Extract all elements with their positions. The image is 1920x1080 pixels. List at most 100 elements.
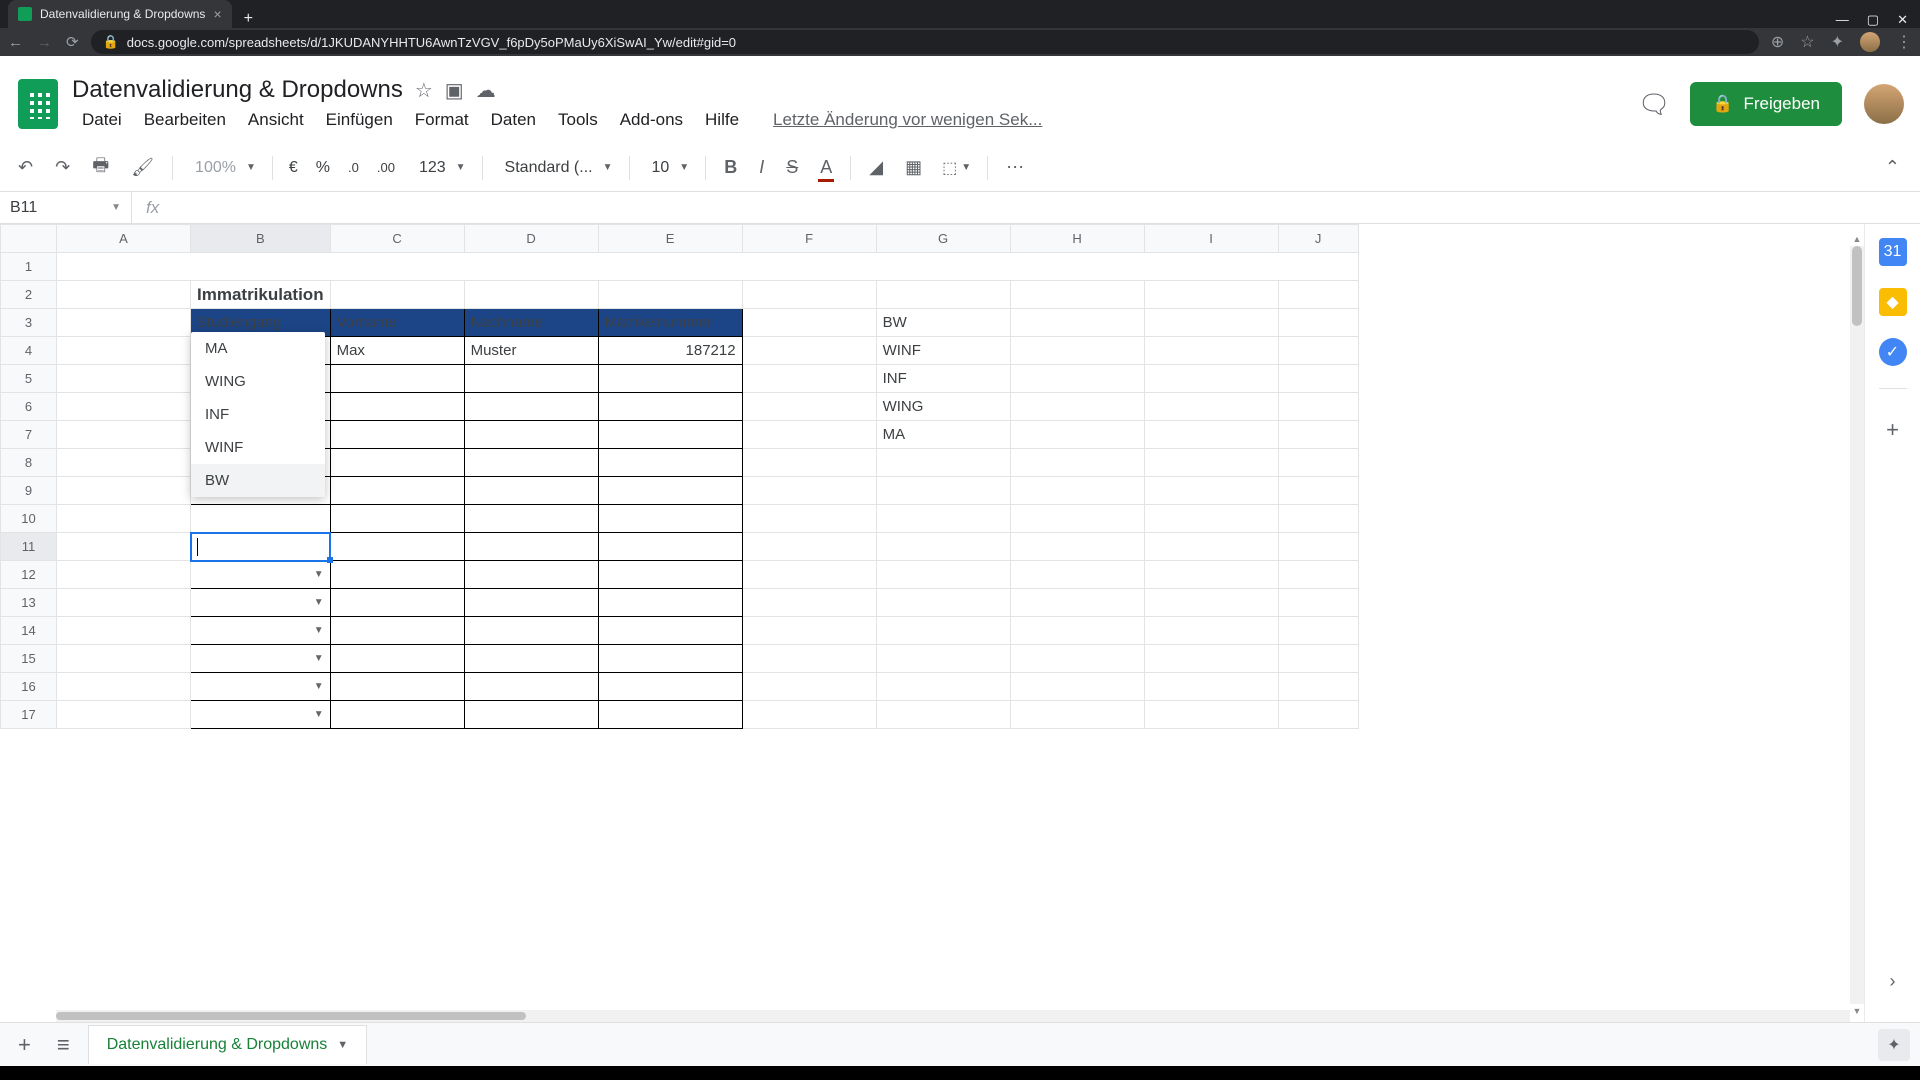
cell[interactable] xyxy=(1144,589,1278,617)
cell[interactable] xyxy=(1278,701,1358,729)
paint-format-button[interactable]: 🖌 xyxy=(123,151,162,184)
row-header[interactable]: 1 xyxy=(1,253,57,281)
cell[interactable] xyxy=(742,617,876,645)
cell[interactable] xyxy=(1278,393,1358,421)
cell[interactable] xyxy=(876,561,1010,589)
cell[interactable]: WINF xyxy=(876,337,1010,365)
sheet-tab-menu-icon[interactable]: ▼ xyxy=(337,1039,348,1051)
cell[interactable] xyxy=(876,505,1010,533)
validation-dropdown[interactable]: MA WING INF WINF BW xyxy=(191,332,325,497)
dropdown-option[interactable]: INF xyxy=(191,398,325,431)
cell[interactable] xyxy=(1010,393,1144,421)
window-close-icon[interactable]: ✕ xyxy=(1897,12,1908,28)
nav-reload-icon[interactable]: ⟳ xyxy=(66,33,79,51)
cell[interactable] xyxy=(876,589,1010,617)
cell[interactable] xyxy=(876,281,1010,309)
borders-button[interactable]: ▦ xyxy=(897,151,930,184)
star-icon[interactable]: ☆ xyxy=(415,78,433,103)
cell[interactable] xyxy=(876,533,1010,561)
cell[interactable] xyxy=(57,505,191,533)
undo-button[interactable]: ↶ xyxy=(10,151,41,184)
cell[interactable] xyxy=(1278,645,1358,673)
cell[interactable] xyxy=(1144,421,1278,449)
cell[interactable] xyxy=(1278,421,1358,449)
cell[interactable] xyxy=(1278,309,1358,337)
row-header[interactable]: 17 xyxy=(1,701,57,729)
cell[interactable] xyxy=(1278,589,1358,617)
window-minimize-icon[interactable]: — xyxy=(1836,12,1849,28)
cell[interactable] xyxy=(1010,421,1144,449)
text-color-button[interactable]: A xyxy=(812,151,840,184)
cell[interactable] xyxy=(464,701,598,729)
scrollbar-thumb[interactable] xyxy=(56,1012,526,1020)
cell[interactable] xyxy=(57,477,191,505)
cell[interactable] xyxy=(464,617,598,645)
row-header[interactable]: 2 xyxy=(1,281,57,309)
dropdown-option[interactable]: MA xyxy=(191,332,325,365)
cell[interactable] xyxy=(1278,533,1358,561)
browser-tab[interactable]: Datenvalidierung & Dropdowns × xyxy=(8,0,232,28)
percent-button[interactable]: % xyxy=(310,159,336,177)
strikethrough-button[interactable]: S xyxy=(778,151,806,184)
cell[interactable] xyxy=(598,701,742,729)
cell[interactable]: Max xyxy=(330,337,464,365)
cell[interactable] xyxy=(330,365,464,393)
vertical-scrollbar[interactable]: ▲ ▼ xyxy=(1850,246,1864,1004)
nav-forward-icon[interactable]: → xyxy=(37,34,52,51)
zoom-icon[interactable]: ⊕ xyxy=(1771,32,1784,52)
cell[interactable] xyxy=(1010,533,1144,561)
collapse-toolbar-icon[interactable]: ⌃ xyxy=(1875,151,1910,184)
cell[interactable] xyxy=(1144,533,1278,561)
cell[interactable] xyxy=(1010,477,1144,505)
italic-button[interactable]: I xyxy=(751,151,772,184)
cell[interactable]: Nachname xyxy=(464,309,598,337)
cell[interactable] xyxy=(598,505,742,533)
cell[interactable] xyxy=(1010,673,1144,701)
col-header-D[interactable]: D xyxy=(464,225,598,253)
cell[interactable] xyxy=(1278,337,1358,365)
cell[interactable] xyxy=(742,281,876,309)
cell[interactable] xyxy=(1278,561,1358,589)
menu-file[interactable]: Datei xyxy=(72,108,132,132)
cell[interactable] xyxy=(1010,561,1144,589)
cell[interactable] xyxy=(1010,505,1144,533)
sheets-logo[interactable] xyxy=(12,69,64,139)
cell[interactable] xyxy=(57,645,191,673)
cell[interactable] xyxy=(1144,477,1278,505)
select-all-corner[interactable] xyxy=(1,225,57,253)
col-header-C[interactable]: C xyxy=(330,225,464,253)
cell[interactable] xyxy=(598,673,742,701)
cell[interactable] xyxy=(742,337,876,365)
menu-help[interactable]: Hilfe xyxy=(695,108,749,132)
menu-edit[interactable]: Bearbeiten xyxy=(134,108,236,132)
cell[interactable] xyxy=(1010,449,1144,477)
dropdown-option[interactable]: WING xyxy=(191,365,325,398)
cell[interactable] xyxy=(464,673,598,701)
cell[interactable] xyxy=(598,645,742,673)
cell[interactable] xyxy=(1010,645,1144,673)
cell[interactable] xyxy=(742,421,876,449)
cell[interactable] xyxy=(598,477,742,505)
horizontal-scrollbar[interactable] xyxy=(56,1010,1850,1022)
cell[interactable] xyxy=(598,533,742,561)
cell[interactable] xyxy=(1144,701,1278,729)
increase-decimal-button[interactable]: .00 xyxy=(371,160,401,175)
cell[interactable]: Immatrikulation xyxy=(191,281,331,309)
cell[interactable] xyxy=(57,365,191,393)
zoom-dropdown[interactable]: 100% ▼ xyxy=(183,155,262,181)
menu-tools[interactable]: Tools xyxy=(548,108,608,132)
comments-icon[interactable]: 🗨 xyxy=(1640,90,1668,118)
cell[interactable] xyxy=(330,505,464,533)
cell[interactable] xyxy=(1144,337,1278,365)
cell[interactable] xyxy=(742,309,876,337)
cell[interactable] xyxy=(330,533,464,561)
last-edit-link[interactable]: Letzte Änderung vor wenigen Sek... xyxy=(763,108,1052,132)
cell[interactable] xyxy=(1144,505,1278,533)
cell[interactable] xyxy=(57,617,191,645)
cell[interactable] xyxy=(464,645,598,673)
cell[interactable] xyxy=(57,673,191,701)
cell-dropdown[interactable]: ▼ xyxy=(191,673,331,701)
cell[interactable] xyxy=(464,281,598,309)
cell[interactable] xyxy=(57,281,191,309)
cell[interactable] xyxy=(1010,365,1144,393)
